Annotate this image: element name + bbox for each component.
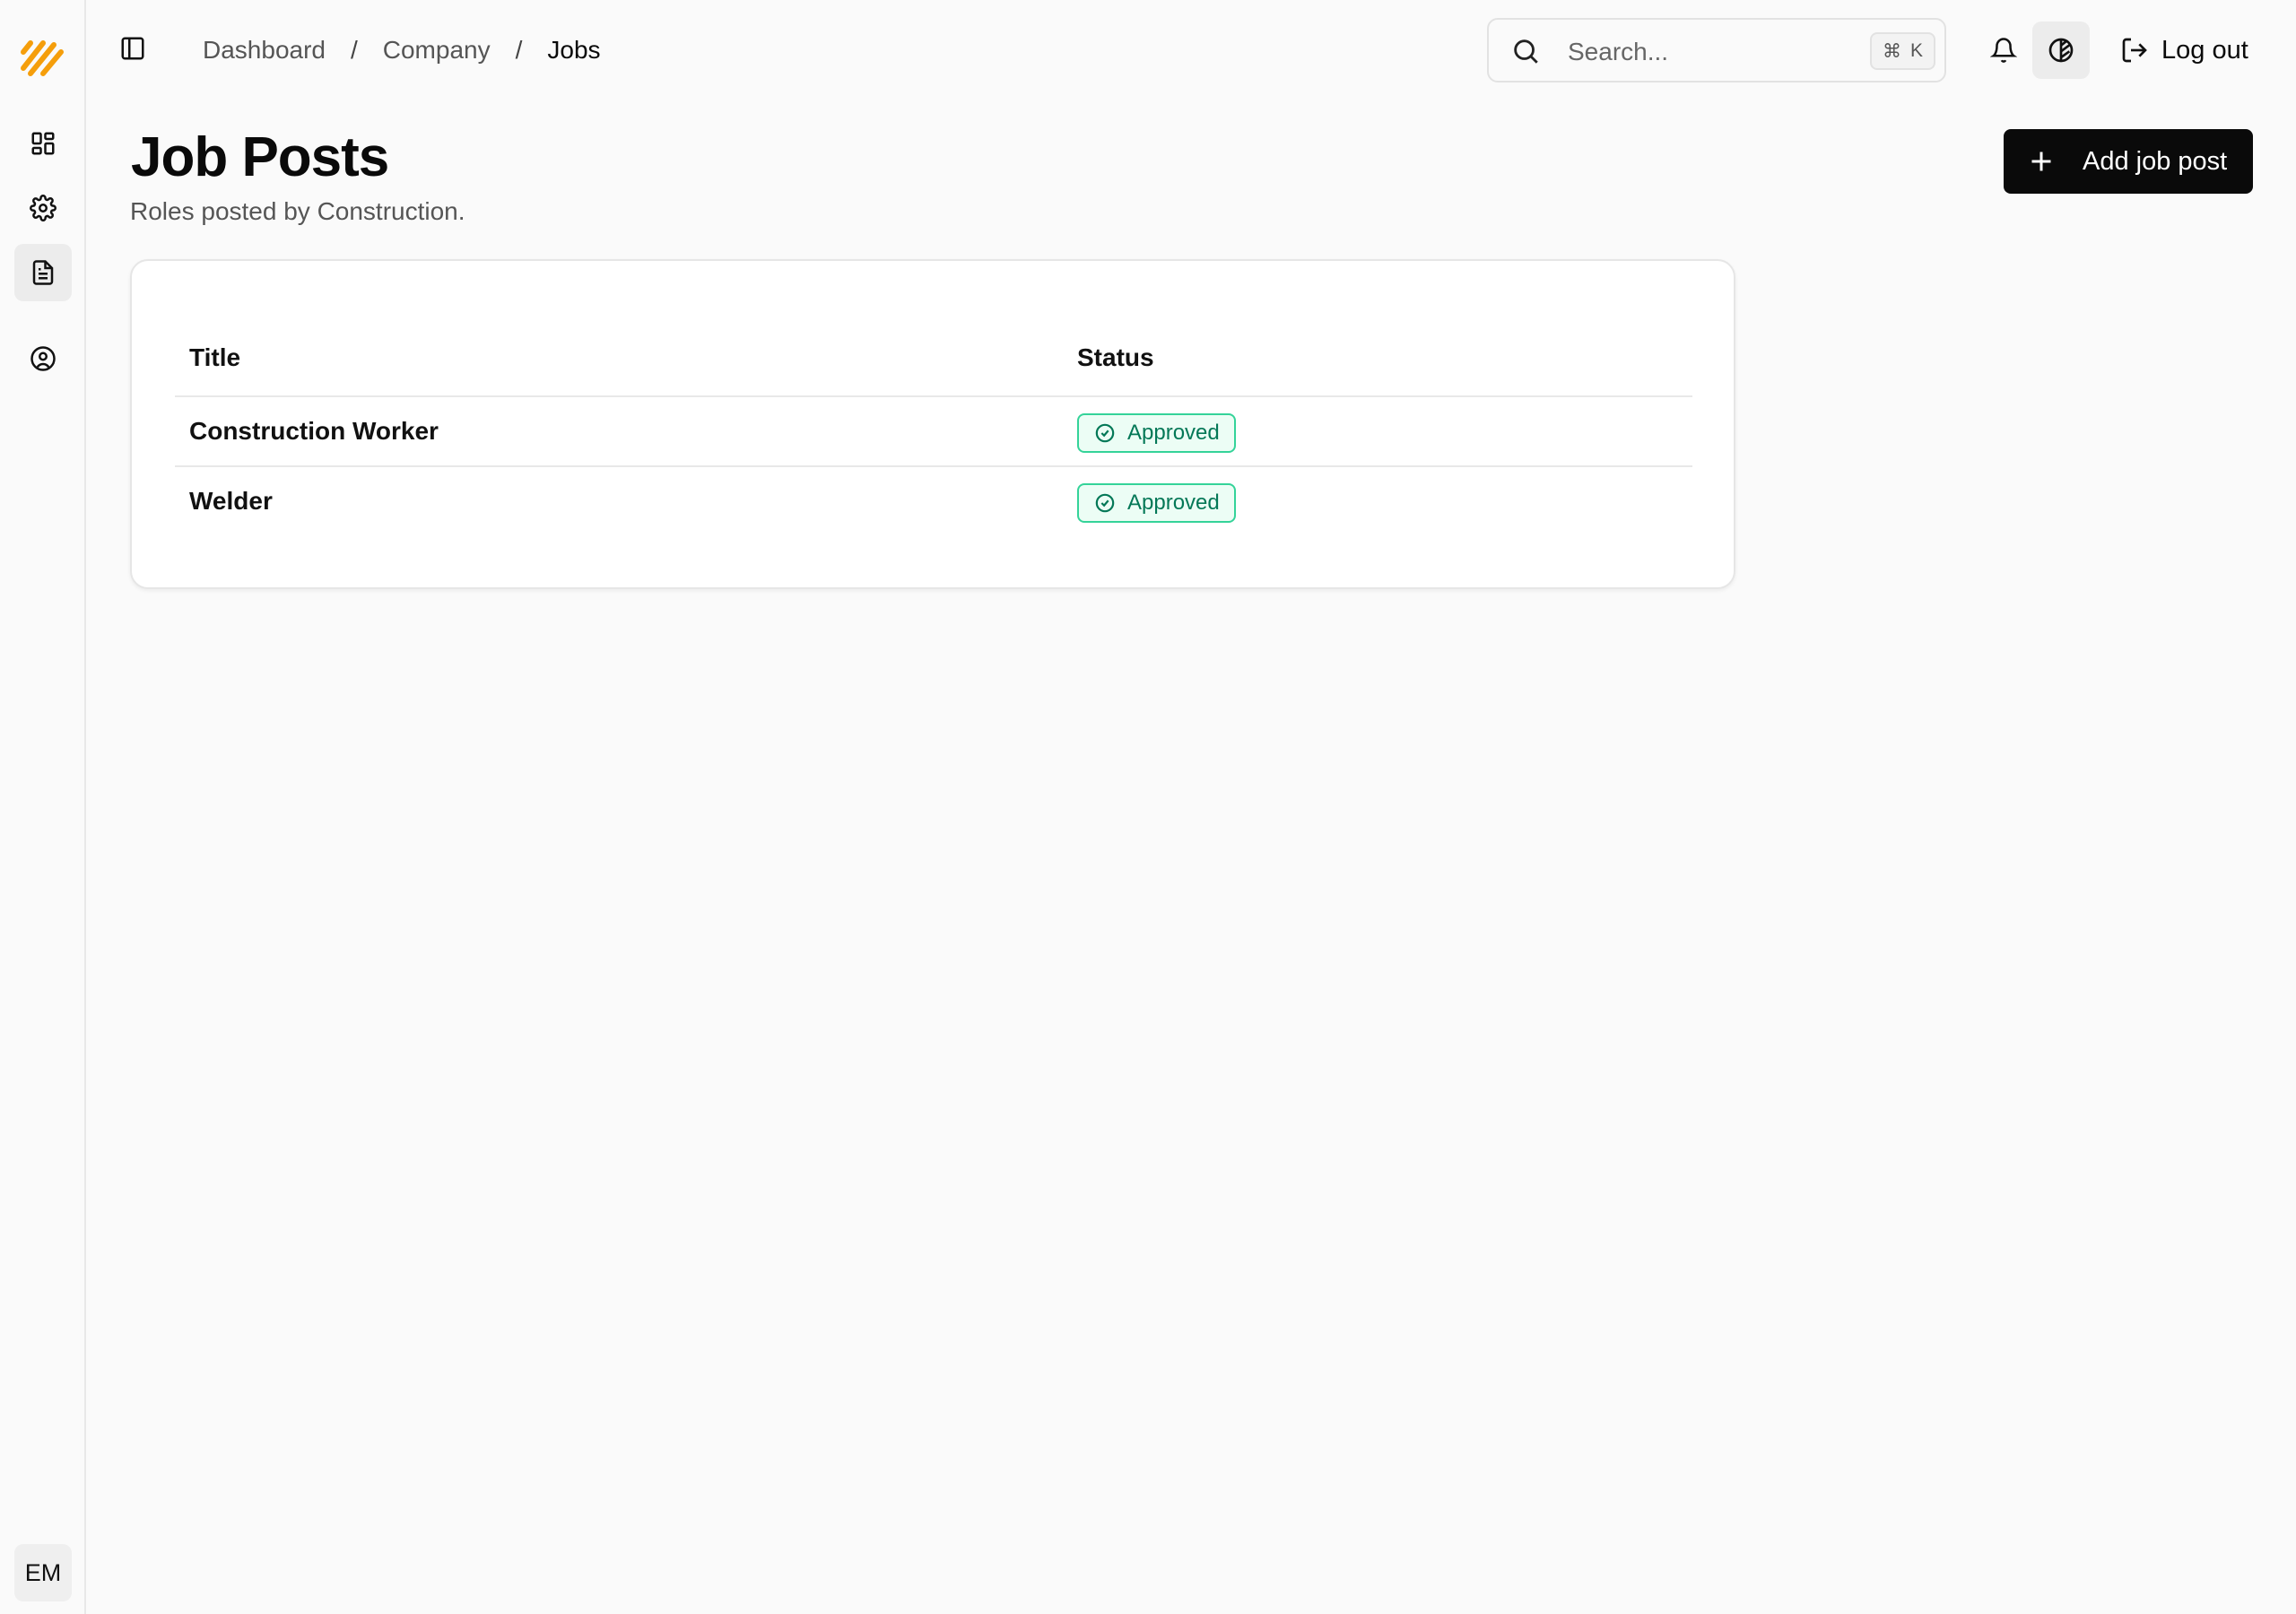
sidebar-item-settings[interactable] <box>14 179 72 237</box>
log-out-icon <box>2122 38 2147 63</box>
breadcrumb-jobs: Jobs <box>547 36 601 64</box>
add-job-post-label: Add job post <box>2083 147 2228 176</box>
column-header-title[interactable]: Title <box>189 343 240 372</box>
gear-icon <box>30 195 57 221</box>
sidebar-toggle-button[interactable] <box>113 29 152 68</box>
logout-label: Log out <box>2161 35 2248 65</box>
search-icon <box>1514 39 1538 64</box>
status-badge: Approved <box>1077 413 1236 453</box>
command-key: ⌘ <box>1882 40 1901 62</box>
add-job-post-button[interactable]: Add job post <box>2004 129 2253 194</box>
check-circle-icon <box>1095 493 1115 513</box>
plus-icon <box>2031 152 2051 171</box>
user-circle-icon <box>30 346 56 371</box>
status-label: Approved <box>1127 421 1220 445</box>
sidebar-item-jobs[interactable] <box>14 244 72 301</box>
dashboard-icon <box>31 132 55 155</box>
theme-toggle-button[interactable] <box>2032 22 2090 79</box>
notifications-button[interactable] <box>1986 32 2022 68</box>
table-header: Title Status <box>175 343 1692 397</box>
search-shortcut-badge: ⌘ K <box>1869 32 1935 70</box>
column-header-status[interactable]: Status <box>1077 343 1154 372</box>
breadcrumb-separator: / <box>515 36 523 64</box>
search-placeholder: Search... <box>1568 38 1669 65</box>
logout-button[interactable]: Log out <box>2120 30 2248 70</box>
job-title-cell[interactable]: Construction Worker <box>189 417 439 446</box>
sidebar: EM <box>0 0 86 1614</box>
breadcrumb: Dashboard / Company / Jobs <box>203 32 601 68</box>
topbar: Dashboard / Company / Jobs Search... ⌘ K… <box>86 0 2296 100</box>
status-badge: Approved <box>1077 483 1236 523</box>
contrast-icon <box>2048 38 2074 63</box>
avatar[interactable]: EM <box>14 1544 72 1601</box>
status-label: Approved <box>1127 490 1220 515</box>
sidebar-item-profile[interactable] <box>14 330 72 387</box>
panel-left-icon <box>121 37 144 60</box>
table-row[interactable]: Welder Approved <box>175 467 1692 537</box>
search-input[interactable]: Search... ⌘ K <box>1487 18 1946 82</box>
check-circle-icon <box>1095 423 1115 443</box>
breadcrumb-separator: / <box>350 36 358 64</box>
page-title: Job Posts <box>131 126 389 188</box>
breadcrumb-dashboard[interactable]: Dashboard <box>203 36 326 65</box>
job-title-cell[interactable]: Welder <box>189 487 273 516</box>
shortcut-key: K <box>1909 40 1923 61</box>
document-icon <box>32 260 54 285</box>
app-logo[interactable] <box>18 32 66 81</box>
page-subtitle: Roles posted by Construction. <box>130 197 465 225</box>
table-row[interactable]: Construction Worker Approved <box>175 397 1692 467</box>
sidebar-item-dashboard[interactable] <box>14 115 72 172</box>
bell-icon <box>1990 38 2017 63</box>
job-posts-table: Title Status Construction Worker Approve… <box>175 343 1692 537</box>
job-posts-card: Title Status Construction Worker Approve… <box>130 259 1735 589</box>
breadcrumb-company[interactable]: Company <box>383 36 491 65</box>
